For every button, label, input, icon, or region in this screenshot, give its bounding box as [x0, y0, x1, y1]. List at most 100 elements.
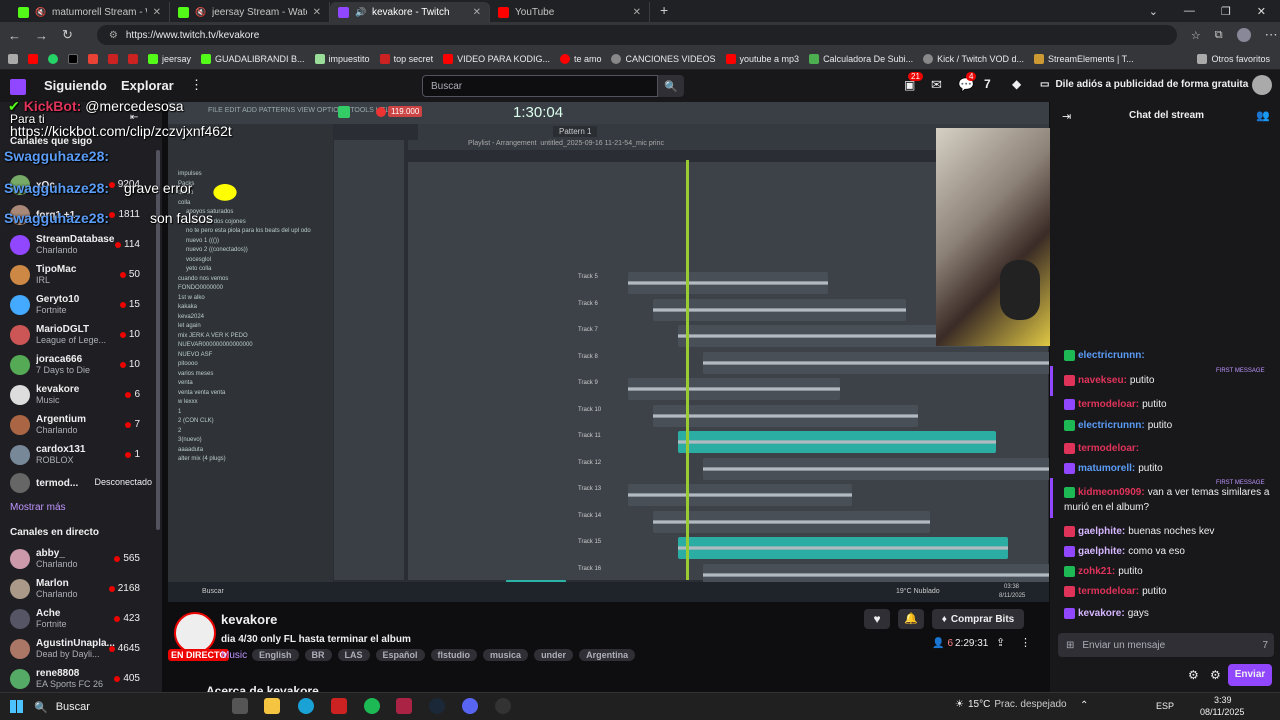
discord-icon[interactable] — [462, 698, 478, 714]
daw-browser-item[interactable]: pitoooo — [172, 360, 332, 370]
extensions-icon[interactable]: ⧉ — [1215, 29, 1223, 42]
track-label[interactable]: Track 9 — [578, 380, 598, 386]
forward-icon[interactable]: → — [35, 28, 48, 43]
track-label[interactable]: Track 11 — [578, 433, 601, 439]
search-button[interactable]: 🔍 — [658, 75, 684, 97]
browse-link[interactable]: Explorar — [121, 78, 174, 93]
daw-browser-item[interactable]: NUEVAR000000000000000 — [172, 341, 332, 351]
chat-message[interactable]: termodeloar: — [1064, 443, 1142, 454]
chat-message[interactable]: gaelphite: como va eso — [1064, 546, 1185, 557]
chat-message[interactable]: zohk21: putito — [1064, 566, 1143, 577]
minimize-button[interactable]: — — [1184, 5, 1195, 17]
daw-browser-item[interactable]: mix JERK A VER K PEDO — [172, 332, 332, 342]
taskbar-date[interactable]: 08/11/2025 — [1200, 707, 1244, 717]
daw-browser-item[interactable]: let again — [172, 322, 332, 332]
chat-username[interactable]: electricrunnn: — [1078, 420, 1145, 431]
bookmark-jeersay[interactable]: jeersay — [148, 53, 191, 64]
close-icon[interactable]: ✕ — [313, 7, 321, 18]
notification-bell-button[interactable]: 🔔 — [898, 609, 924, 629]
audio-clip[interactable] — [628, 484, 852, 506]
youtube-bookmark[interactable] — [28, 53, 38, 64]
track-label[interactable]: Track 6 — [578, 301, 598, 307]
audio-clip[interactable] — [678, 537, 1008, 559]
video-app-icon[interactable] — [331, 698, 347, 714]
bookmark[interactable]: StreamElements | T... — [1033, 53, 1134, 64]
daw-browser-item[interactable]: bardo — [172, 189, 332, 199]
explorer-icon[interactable] — [264, 698, 280, 714]
users-icon[interactable]: 👥 — [1256, 109, 1270, 122]
sidebar-channel[interactable]: cardox131 ROBLOX 1 — [0, 440, 162, 470]
daw-browser-item[interactable]: yeto colla — [172, 265, 332, 275]
speaker-icon[interactable]: 🔊 — [355, 7, 366, 18]
gmail-bookmark[interactable] — [88, 53, 98, 64]
track-label[interactable]: Track 10 — [578, 407, 601, 413]
daw-browser-item[interactable]: 3(nuevo) — [172, 436, 332, 446]
more-options-icon[interactable]: ⋮ — [1020, 636, 1031, 649]
close-icon[interactable]: ✕ — [633, 7, 641, 18]
chat-message[interactable]: kevakore: gays — [1064, 608, 1149, 619]
audio-clip[interactable] — [653, 510, 930, 533]
tag-chip[interactable]: English — [252, 649, 299, 661]
pattern-selector[interactable]: Pattern 1 — [553, 126, 598, 137]
streamer-avatar[interactable] — [174, 612, 216, 654]
chat-message[interactable]: matumorell: putito — [1064, 463, 1163, 474]
audio-clip[interactable] — [678, 431, 996, 453]
daw-browser-item[interactable]: no te pero esta piola para los beats del… — [172, 227, 332, 237]
seventv-icon[interactable]: 7 — [984, 77, 991, 91]
tray-chevron-icon[interactable]: ⌃ — [1080, 700, 1088, 711]
chat-username[interactable]: navekseu: — [1078, 375, 1127, 386]
user-avatar[interactable] — [1252, 75, 1272, 95]
play-button[interactable] — [338, 106, 350, 118]
audio-clip[interactable] — [703, 351, 1049, 374]
sidebar-channel[interactable]: Geryto10 Fortnite 15 — [0, 290, 162, 320]
streamer-name[interactable]: kevakore — [221, 612, 277, 627]
capcut-icon[interactable] — [396, 698, 412, 714]
chat-message[interactable]: electricrunnn: putito — [1064, 420, 1172, 431]
tag-chip[interactable]: Argentina — [579, 649, 636, 661]
share-icon[interactable]: ⇪ — [996, 636, 1005, 649]
taskview-icon[interactable] — [232, 698, 248, 714]
daw-browser-item[interactable]: Packs — [172, 180, 332, 190]
daw-browser-item[interactable]: venta venta venta — [172, 389, 332, 399]
browser-tab[interactable]: 🔇jeersay Stream - Watch Live✕ — [170, 2, 330, 22]
daw-browser-item[interactable]: nuevo 2 ((conectados)) — [172, 246, 332, 256]
daw-browser-item[interactable]: venta — [172, 379, 332, 389]
browser-tab[interactable]: 🔇matumorell Stream - Watch L✕ — [10, 2, 170, 22]
daw-browser-item[interactable]: NUEVO ASF — [172, 351, 332, 361]
tag-chip[interactable]: under — [534, 649, 574, 661]
tag-chip[interactable]: Español — [375, 649, 425, 661]
daw-browser-item[interactable]: alter mix (4 plugs) — [172, 455, 332, 465]
emote-picker-icon[interactable]: 7 — [1262, 640, 1274, 651]
sidebar-scrollbar[interactable] — [156, 150, 160, 530]
new-tab-button[interactable]: + — [650, 2, 678, 22]
back-icon[interactable]: ← — [8, 28, 21, 43]
url-field[interactable]: ⚙ https://www.twitch.tv/kevakore — [96, 25, 1177, 45]
taskbar-search[interactable]: 🔍 Buscar — [34, 698, 224, 716]
chat-message[interactable]: gaelphite: buenas noches kev — [1064, 526, 1214, 537]
sidebar-channel[interactable]: joraca666 7 Days to Die 10 — [0, 350, 162, 380]
tag-chip[interactable]: LAS — [337, 649, 370, 661]
mail-icon[interactable]: ✉ — [931, 77, 942, 93]
sidebar-live-channel[interactable]: rene8808 EA Sports FC 26 405 — [0, 664, 162, 694]
chevron-down-icon[interactable]: ⌄ — [1149, 5, 1158, 18]
chat-username[interactable]: gaelphite: — [1078, 546, 1125, 557]
sidebar-channel[interactable]: TipoMac IRL 50 — [0, 260, 162, 290]
track-label[interactable]: Track 5 — [578, 274, 598, 280]
profile-avatar[interactable] — [1236, 28, 1251, 42]
chat-username[interactable]: termodeloar: — [1078, 443, 1139, 454]
daw-browser-item[interactable]: keva2024 — [172, 313, 332, 323]
sidebar-live-channel[interactable]: abby_ Charlando 565 — [0, 544, 162, 574]
audio-clip[interactable] — [653, 404, 918, 427]
track-label[interactable]: Track 7 — [578, 327, 598, 333]
sidebar-live-channel[interactable]: Ache Fortnite 423 — [0, 604, 162, 634]
chat-input[interactable]: ⊞ Enviar un mensaje 7 — [1058, 633, 1274, 657]
daw-browser-item[interactable]: impulses — [172, 170, 332, 180]
x-bookmark[interactable] — [68, 53, 78, 64]
record-button[interactable] — [376, 107, 386, 117]
maximize-button[interactable]: ❐ — [1221, 5, 1231, 18]
bookmark[interactable]: te amo — [559, 53, 601, 64]
chat-message[interactable]: termodeloar: putito — [1064, 586, 1167, 597]
chat-message[interactable]: electricrunnn: — [1064, 350, 1148, 361]
audio-clip[interactable] — [703, 457, 1049, 480]
bookmark[interactable]: impuestito — [314, 53, 370, 64]
